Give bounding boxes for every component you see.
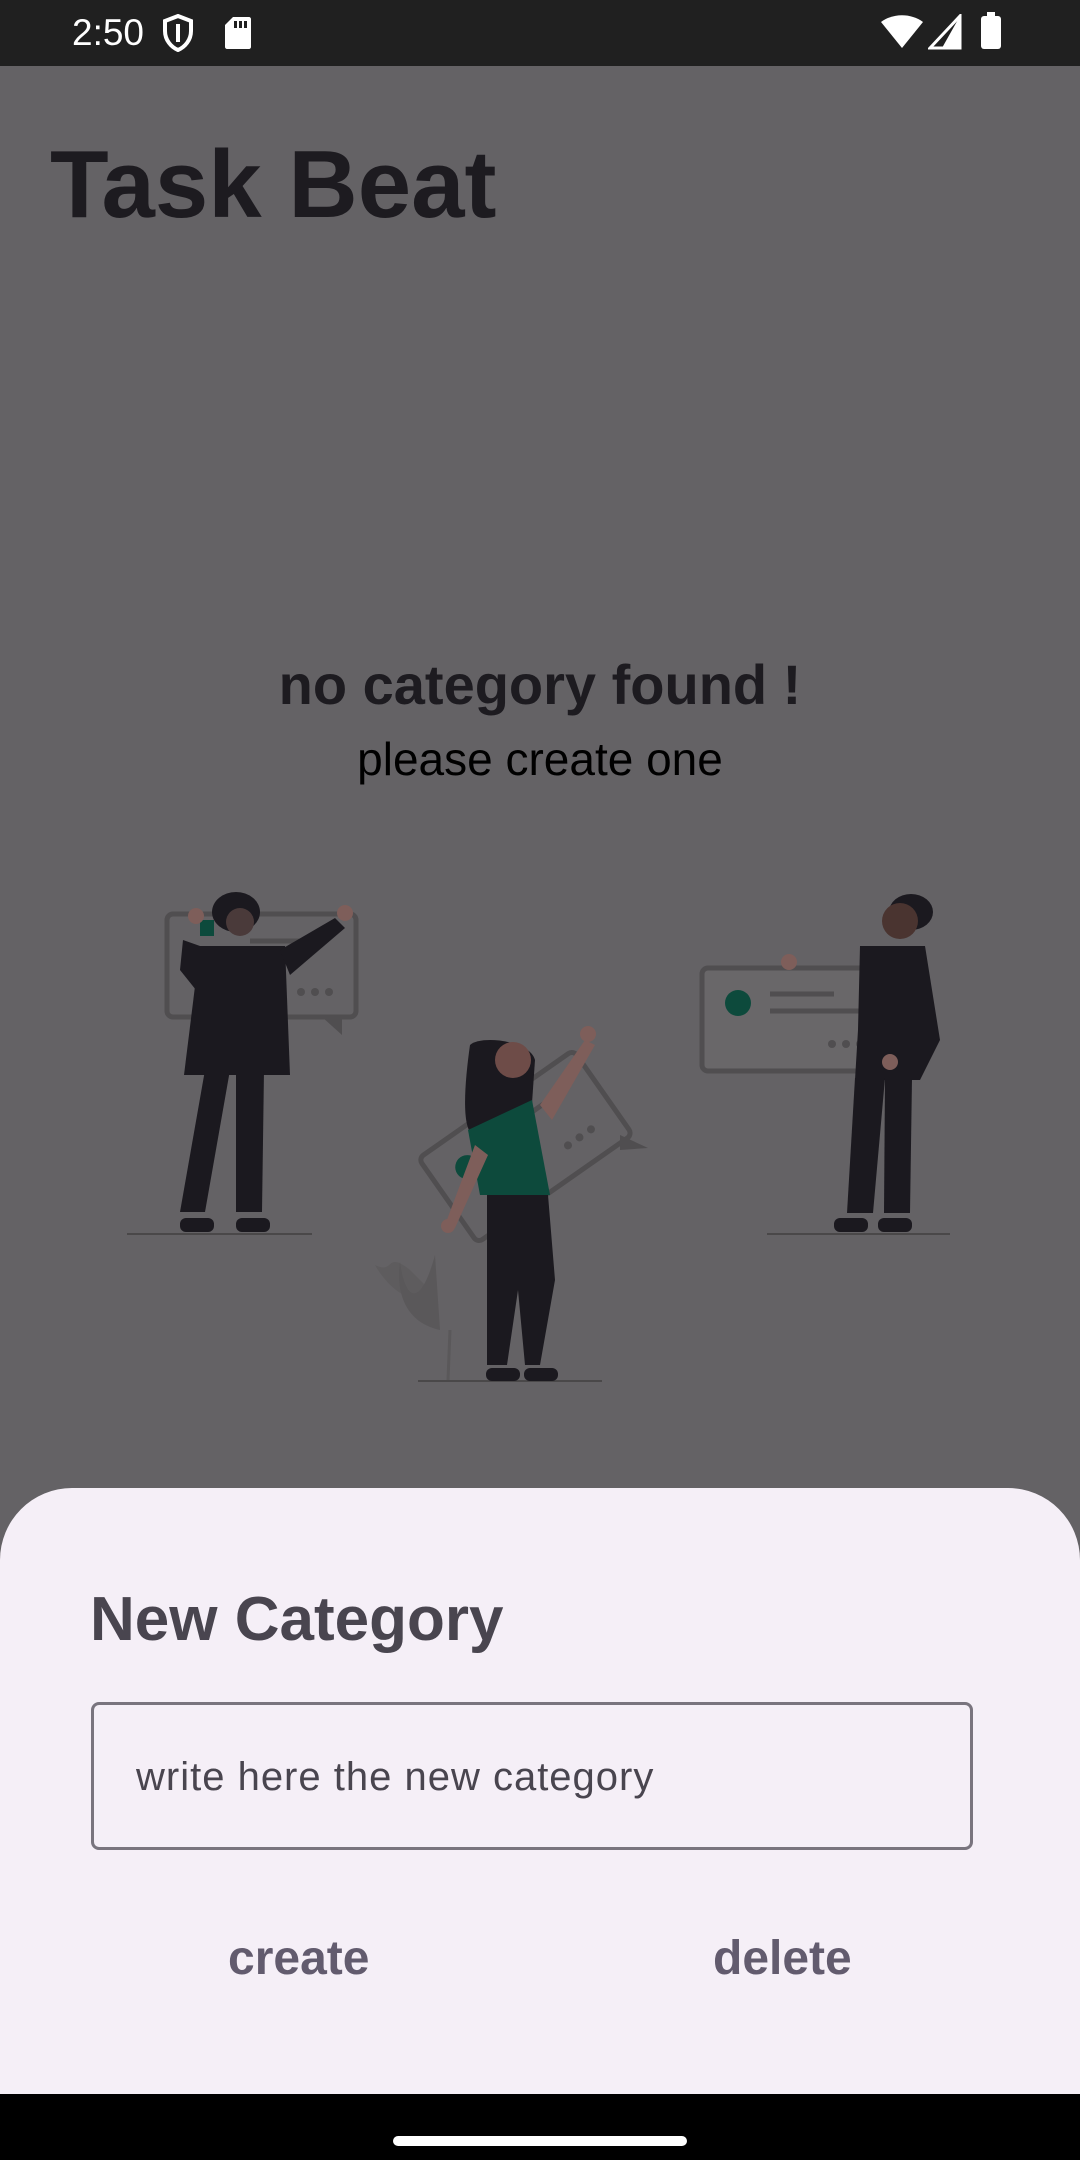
- signal-icon: [928, 14, 962, 50]
- empty-state-subtitle: please create one: [357, 733, 723, 785]
- category-input-container[interactable]: [91, 1702, 973, 1850]
- dialog-title: New Category: [90, 1585, 504, 1654]
- sd-card-icon: [225, 17, 251, 49]
- status-time: 2:50: [72, 12, 145, 53]
- delete-button[interactable]: delete: [693, 1918, 872, 1998]
- empty-state-illustration: [127, 892, 950, 1382]
- shield-icon: [163, 14, 193, 52]
- category-name-input[interactable]: [134, 1705, 938, 1849]
- status-bar: 2:50: [0, 0, 1080, 66]
- wifi-icon: [881, 15, 923, 48]
- new-category-bottom-sheet: New Category create delete: [0, 1488, 1080, 2100]
- battery-icon: [981, 12, 1001, 49]
- screen: 2:50 Task Beat no category found ! pleas…: [0, 0, 1080, 2160]
- create-button[interactable]: create: [208, 1918, 389, 1998]
- navigation-bar: [0, 2094, 1080, 2160]
- home-handle[interactable]: [393, 2136, 687, 2146]
- empty-state-title: no category found !: [278, 653, 802, 716]
- app-title: Task Beat: [50, 131, 497, 238]
